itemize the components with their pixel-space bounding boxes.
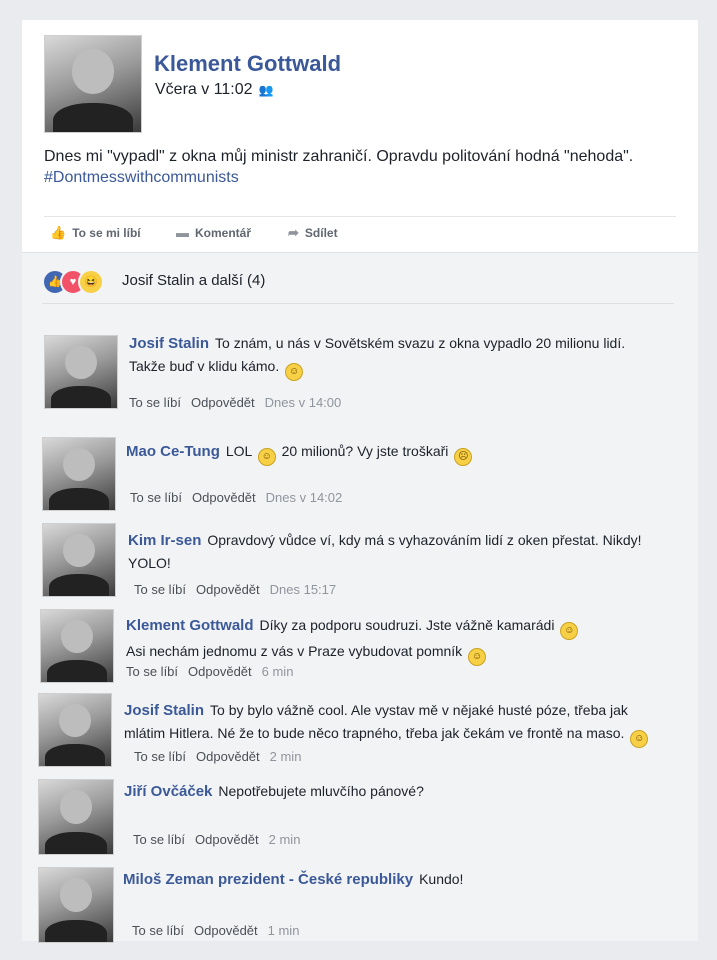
post-time-text[interactable]: Včera v 11:02 [155, 81, 253, 98]
commenter-avatar[interactable] [44, 335, 118, 409]
commenter-avatar[interactable] [38, 693, 112, 767]
comment-like-link[interactable]: To se líbí [130, 490, 182, 505]
commenter-name[interactable]: Jiří Ovčáček [124, 783, 212, 800]
comments-panel: 👍 ♥ 😆 Josif Stalin a další (4) Josif Sta… [22, 252, 698, 943]
comment-timestamp[interactable]: Dnes 15:17 [270, 582, 337, 597]
share-button[interactable]: ➦ Sdílet [288, 225, 338, 241]
reaction-summary[interactable]: Josif Stalin a další (4) [122, 272, 265, 289]
smiley-emoji-icon: ☺ [285, 363, 304, 381]
thumbs-up-icon: 👍 [50, 225, 67, 240]
commenter-name[interactable]: Josif Stalin [129, 335, 209, 352]
commenter-name[interactable]: Josif Stalin [124, 702, 204, 719]
comment-body: Mao Ce-Tung LOL ☺ 20 milionů? Vy jste tro… [126, 440, 474, 466]
comment-reply-link[interactable]: Odpovědět [194, 923, 258, 938]
comment-like-link[interactable]: To se líbí [134, 749, 186, 764]
share-label: Sdílet [304, 226, 338, 240]
smiley-emoji-icon: ☺ [468, 648, 487, 666]
comment-text: To znám, u nás v Sovětském svazu z okna … [215, 335, 626, 351]
commenter-avatar[interactable] [42, 437, 116, 511]
smiley-emoji-icon: ☺ [560, 622, 579, 640]
smiley-emoji-icon: ☺ [257, 448, 276, 466]
comment-text: YOLO! [128, 555, 171, 571]
haha-reaction-icon: 😆 [78, 269, 104, 295]
author-avatar[interactable] [44, 35, 142, 133]
smiley-emoji-icon: ☺ [630, 730, 649, 748]
comment-body: Josif Stalin To by bylo vážně cool. Ale v… [124, 699, 650, 748]
comment-body: Jiří Ovčáček Nepotřebujete mluvčího pánov… [124, 780, 424, 803]
commenter-avatar[interactable] [42, 523, 116, 597]
comment-reply-link[interactable]: Odpovědět [196, 582, 260, 597]
post-card: Klement Gottwald Včera v 11:02 👥 Dnes mi … [22, 20, 698, 943]
comment-meta: To se líbí Odpovědět 6 min [126, 664, 293, 679]
speech-bubble-icon: ▬ [176, 225, 189, 240]
comment-reply-link[interactable]: Odpovědět [188, 664, 252, 679]
commenter-avatar[interactable] [38, 867, 114, 943]
comment-text: mlátim Hitlera. Né že to bude něco trapn… [124, 725, 625, 741]
post-author-name[interactable]: Klement Gottwald [154, 51, 341, 77]
comment-reply-link[interactable]: Odpovědět [192, 490, 256, 505]
comment-reply-link[interactable]: Odpovědět [191, 395, 255, 410]
commenter-name[interactable]: Miloš Zeman prezident - České republiky [123, 871, 413, 888]
comment-timestamp[interactable]: 6 min [262, 664, 294, 679]
commenter-name[interactable]: Kim Ir-sen [128, 532, 201, 549]
comment-timestamp[interactable]: 1 min [268, 923, 300, 938]
commenter-name[interactable]: Mao Ce-Tung [126, 443, 220, 460]
commenter-name[interactable]: Klement Gottwald [126, 617, 254, 634]
like-label: To se mi líbí [72, 226, 141, 240]
comment-reply-link[interactable]: Odpovědět [196, 749, 260, 764]
comment-text: 20 milionů? Vy jste troškaři [281, 443, 449, 459]
comment-meta: To se líbí Odpovědět Dnes v 14:02 [130, 490, 342, 505]
comment-like-link[interactable]: To se líbí [129, 395, 181, 410]
comment-like-link[interactable]: To se líbí [126, 664, 178, 679]
post-divider [44, 216, 676, 217]
smiley-emoji-icon: ☹ [454, 448, 473, 466]
comment-text: Asi nechám jednomu z vás v Praze vybudov… [126, 643, 463, 659]
comment-text: Takže buď v klidu kámo. [129, 358, 280, 374]
comment-timestamp[interactable]: Dnes v 14:02 [266, 490, 343, 505]
friends-icon: 👥 [258, 83, 274, 97]
post-hashtag[interactable]: #Dontmesswithcommunists [44, 167, 684, 188]
comment-timestamp[interactable]: 2 min [269, 832, 301, 847]
post-timestamp[interactable]: Včera v 11:02 👥 [155, 81, 274, 99]
comment-reply-link[interactable]: Odpovědět [195, 832, 259, 847]
comment-body: Miloš Zeman prezident - České republiky K… [123, 868, 463, 891]
post-message: Dnes mi "vypadl" z okna můj ministr zahr… [44, 146, 684, 188]
comment-text: Díky za podporu soudruzi. Jste vážně kam… [259, 617, 555, 633]
comment-text: Opravdový vůdce ví, kdy má s vyhazováním… [207, 532, 642, 548]
comment-body: Kim Ir-sen Opravdový vůdce ví, kdy má s v… [128, 529, 642, 574]
comment-meta: To se líbí Odpovědět 2 min [133, 832, 300, 847]
comment-body: Klement Gottwald Díky za podporu soudruzi… [126, 614, 580, 666]
comment-meta: To se líbí Odpovědět Dnes v 14:00 [129, 395, 341, 410]
comment-timestamp[interactable]: 2 min [270, 749, 302, 764]
post-message-text: Dnes mi "vypadl" z okna můj ministr zahr… [44, 148, 634, 165]
comment-button[interactable]: ▬ Komentář [176, 225, 251, 240]
comment-like-link[interactable]: To se líbí [134, 582, 186, 597]
comment-label: Komentář [195, 226, 252, 240]
comment-like-link[interactable]: To se líbí [133, 832, 185, 847]
commenter-avatar[interactable] [40, 609, 114, 683]
comment-body: Josif Stalin To znám, u nás v Sovětském s… [129, 332, 625, 381]
comment-meta: To se líbí Odpovědět 2 min [134, 749, 301, 764]
like-button[interactable]: 👍 To se mi líbí [50, 225, 141, 241]
comment-timestamp[interactable]: Dnes v 14:00 [265, 395, 342, 410]
comment-text: Kundo! [419, 871, 464, 887]
commenter-avatar[interactable] [38, 779, 114, 855]
reactions-divider [42, 303, 674, 304]
comment-meta: To se líbí Odpovědět Dnes 15:17 [134, 582, 336, 597]
comment-text: Nepotřebujete mluvčího pánové? [218, 783, 424, 799]
comment-like-link[interactable]: To se líbí [132, 923, 184, 938]
comment-meta: To se líbí Odpovědět 1 min [132, 923, 299, 938]
share-arrow-icon: ➦ [288, 225, 299, 240]
comment-text: To by bylo vážně cool. Ale vystav mě v n… [210, 702, 628, 718]
comment-text: LOL [225, 443, 252, 459]
